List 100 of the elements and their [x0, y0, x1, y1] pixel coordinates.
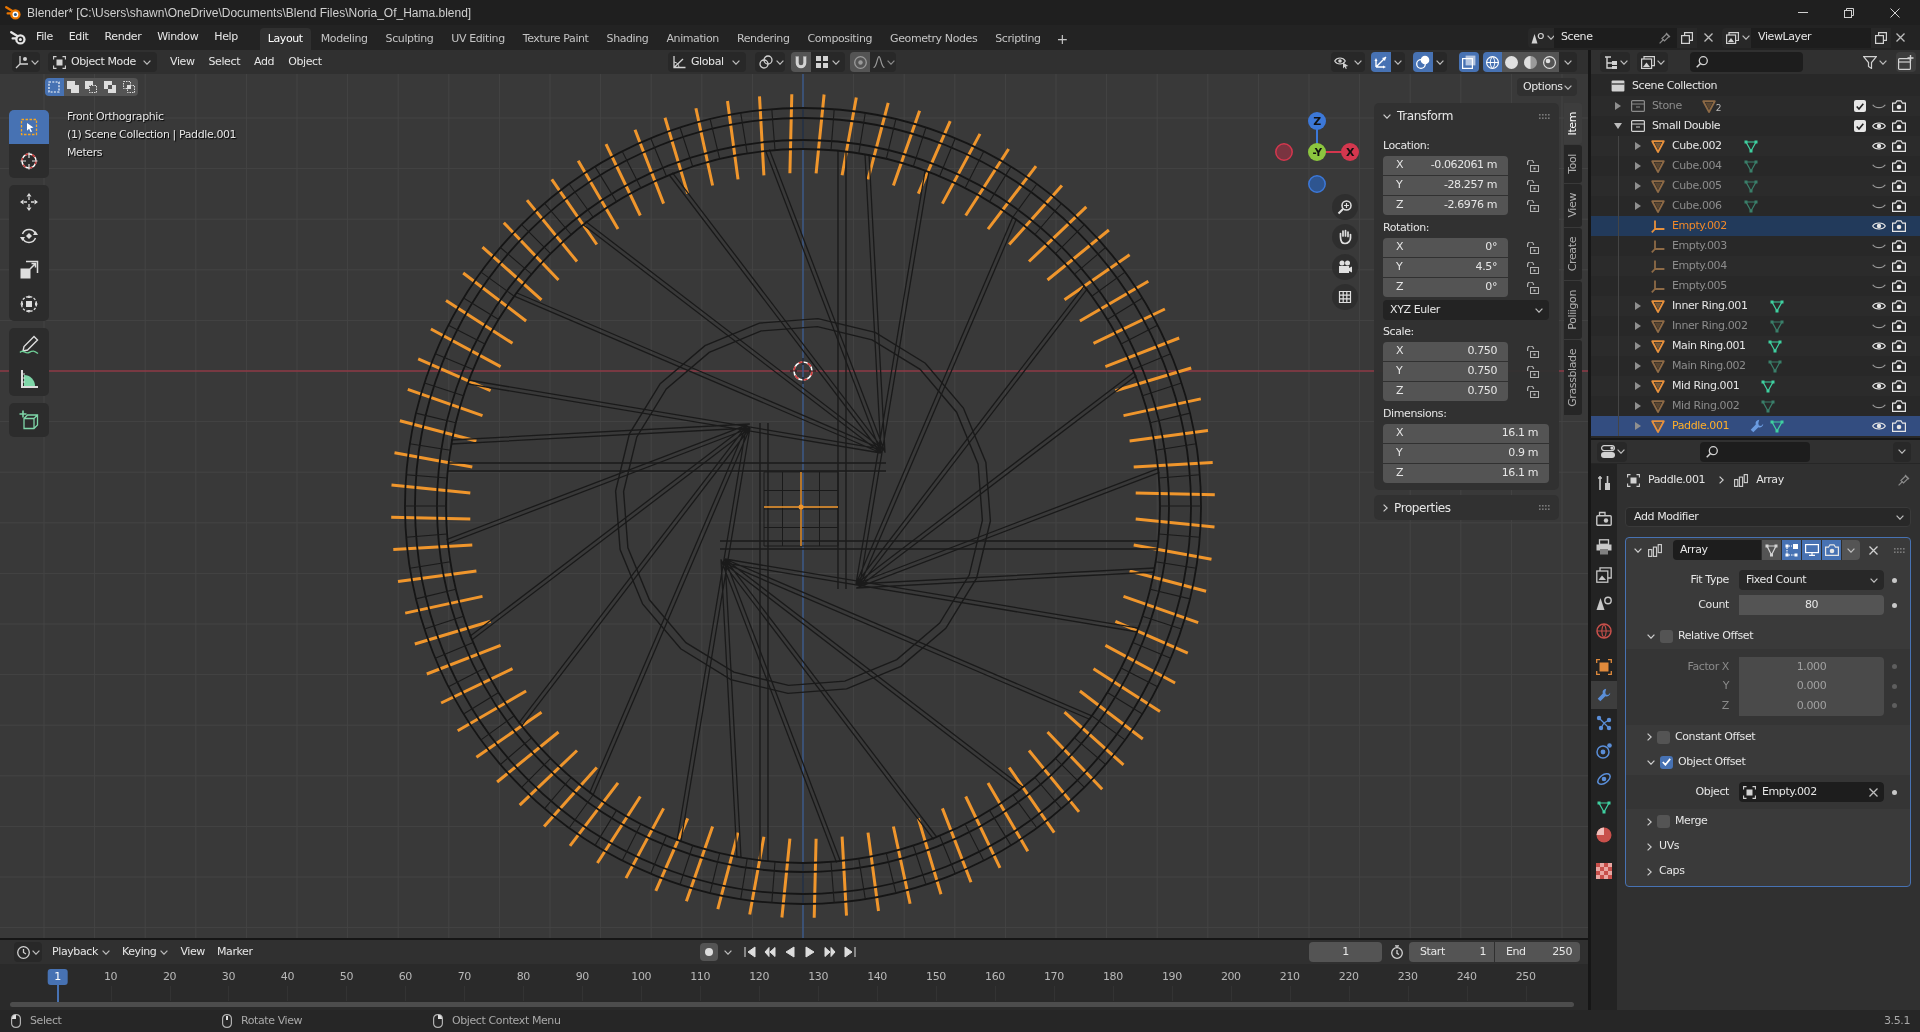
workspace-tab[interactable]: Scripting [987, 28, 1049, 50]
overlay-toggle[interactable] [1371, 52, 1391, 72]
number-field[interactable]: Y 0.9 m [1383, 444, 1549, 463]
number-field[interactable]: X -0.062061 m [1383, 156, 1508, 175]
section-title[interactable]: Constant Offset [1675, 728, 1756, 746]
next-keyframe-icon[interactable] [824, 946, 836, 958]
outliner-item[interactable]: Empty.002 [1591, 216, 1920, 236]
dropdown[interactable]: Fixed Count [1739, 570, 1884, 590]
padlock-open-icon[interactable] [1527, 199, 1539, 212]
triangle-right-icon[interactable] [1635, 422, 1641, 430]
proportional-edit-toggle[interactable] [850, 52, 870, 72]
triangle-down-icon[interactable] [1614, 123, 1622, 129]
checkbox[interactable] [1853, 100, 1866, 112]
previous-keyframe-icon[interactable] [764, 946, 776, 958]
search-icon[interactable] [1706, 445, 1718, 458]
dropdown-button[interactable] [1841, 540, 1860, 560]
camera-icon[interactable] [1892, 220, 1906, 232]
axis-button[interactable]: -Y [1308, 143, 1326, 161]
eye-icon[interactable] [1872, 421, 1886, 431]
workspace-tab[interactable]: Shading [598, 28, 657, 50]
triangle-right-icon[interactable] [1635, 342, 1641, 350]
menu-item[interactable]: Marker [210, 942, 259, 962]
triangle-right-icon[interactable] [1635, 182, 1641, 190]
outliner-item[interactable]: Paddle.001 [1591, 416, 1920, 436]
padlock-open-icon[interactable] [1527, 241, 1539, 254]
jump-start-icon[interactable] [744, 946, 756, 958]
sidebar-tab[interactable]: Create [1564, 227, 1582, 280]
chevron-right-icon[interactable] [1647, 733, 1652, 741]
search-field[interactable] [1690, 52, 1803, 72]
menu-item[interactable]: Help [206, 27, 246, 48]
sidebar-tab[interactable]: Grassblade [1564, 339, 1582, 416]
section-title[interactable]: Object Offset [1678, 753, 1746, 771]
keyframe-dot-icon[interactable] [1892, 789, 1897, 795]
dropdown-button[interactable] [1391, 52, 1405, 72]
chevron-right-icon[interactable] [1647, 817, 1652, 826]
camera-icon[interactable] [1892, 140, 1906, 152]
keyframe-dot-icon[interactable] [1892, 664, 1897, 670]
triangle-right-icon[interactable] [1635, 142, 1641, 150]
mode-dropdown[interactable]: Object Mode [48, 52, 157, 72]
keyframe-dot-icon[interactable] [1892, 602, 1897, 608]
end-frame-field[interactable]: End 250 [1495, 942, 1580, 962]
workspace-tab[interactable]: Compositing [799, 28, 881, 50]
section-title[interactable]: Relative Offset [1678, 628, 1754, 645]
eye-closed-icon[interactable] [1872, 263, 1886, 269]
camera-icon[interactable] [1892, 320, 1906, 332]
menu-item[interactable]: Playback [46, 942, 116, 962]
sidebar-tab[interactable]: Tool [1564, 145, 1582, 184]
sidebar-tab[interactable]: Item [1564, 103, 1582, 145]
editor-type-button[interactable] [14, 942, 42, 962]
tool-button[interactable] [9, 328, 49, 362]
dropdown-button[interactable] [1433, 52, 1447, 72]
triangle-right-icon[interactable] [1635, 302, 1641, 310]
caret-icon[interactable] [724, 949, 732, 955]
menu-item[interactable]: View [174, 942, 211, 962]
movie-camera-icon[interactable] [1332, 254, 1358, 280]
tool-button[interactable] [9, 403, 49, 437]
camera-icon[interactable] [1892, 420, 1906, 432]
triangle-right-icon[interactable] [1635, 382, 1641, 390]
keyframe-dot-icon[interactable] [1892, 577, 1897, 583]
number-field[interactable]: X 0.750 [1383, 342, 1508, 361]
dropdown-button[interactable] [1351, 52, 1365, 72]
chevron-right-icon[interactable] [1647, 842, 1652, 851]
axis-handle-icon[interactable] [1275, 143, 1293, 161]
checkbox[interactable] [1660, 630, 1673, 643]
number-field[interactable]: Z 0.750 [1383, 382, 1508, 401]
checkbox[interactable] [1660, 755, 1673, 769]
shading-mode-button[interactable] [1540, 52, 1559, 72]
sidebar-tab[interactable]: Poliigon [1564, 280, 1582, 339]
padlock-open-icon[interactable] [1527, 365, 1539, 378]
menu-item[interactable]: Edit [60, 27, 97, 48]
modifier-toggle[interactable] [1781, 540, 1801, 560]
shading-mode-button[interactable] [1502, 52, 1521, 72]
chevron-down-icon[interactable] [1383, 113, 1391, 119]
camera-icon[interactable] [1892, 240, 1906, 252]
sidebar-tab[interactable]: View [1564, 184, 1582, 227]
overlay-toggle[interactable] [1331, 52, 1351, 72]
number-field[interactable]: Y 0.750 [1383, 362, 1508, 381]
eye-icon[interactable] [1872, 381, 1886, 391]
triangle-right-icon[interactable] [1635, 362, 1641, 370]
close-icon[interactable] [1869, 545, 1878, 555]
padlock-open-icon[interactable] [1527, 179, 1539, 192]
camera-icon[interactable] [1892, 100, 1906, 112]
eye-closed-icon[interactable] [1872, 283, 1886, 289]
workspace-tab[interactable]: Sculpting [377, 28, 442, 50]
drag-handle-icon[interactable] [1539, 113, 1550, 119]
view-layer-field[interactable]: ViewLayer [1751, 27, 1871, 48]
eye-closed-icon[interactable] [1872, 183, 1886, 189]
selection-mode-button[interactable] [119, 78, 138, 96]
tool-button[interactable] [9, 362, 49, 396]
number-field[interactable]: Z -2.6976 m [1383, 196, 1508, 215]
eye-closed-icon[interactable] [1872, 163, 1886, 169]
eye-icon[interactable] [1872, 221, 1886, 231]
workspace-tab[interactable]: UV Editing [443, 28, 513, 50]
axis-button[interactable]: Z [1308, 112, 1326, 130]
scrollbar[interactable] [10, 1002, 1574, 1007]
scene-field[interactable]: Scene [1554, 27, 1677, 48]
menu-item[interactable]: Render [96, 27, 150, 48]
triangle-right-icon[interactable] [1615, 102, 1621, 110]
stopwatch-icon[interactable] [1390, 945, 1404, 959]
workspace-tab[interactable]: Texture Paint [514, 28, 597, 50]
